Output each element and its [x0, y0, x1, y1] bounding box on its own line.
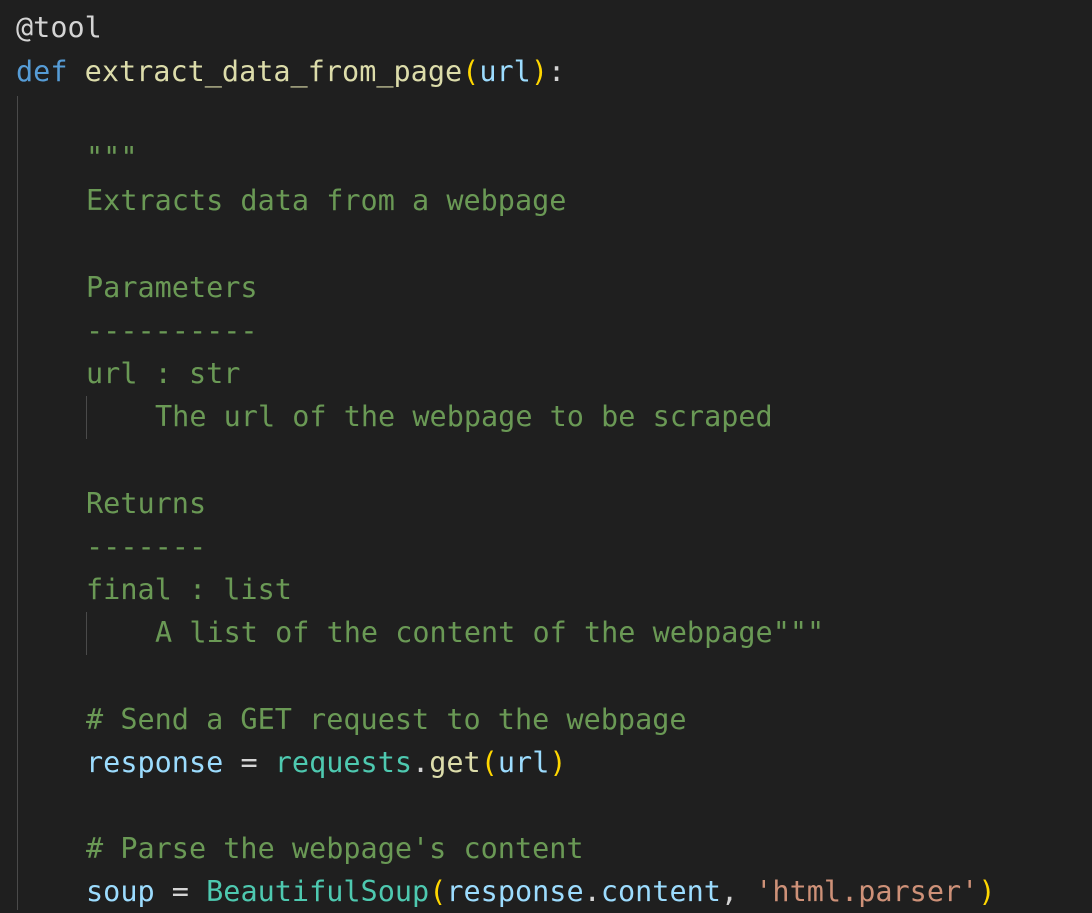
code-line-comment-get: # Send a GET request to the webpage: [86, 698, 687, 741]
docstring-param-sig: url : str: [86, 357, 241, 390]
assign-operator: =: [223, 746, 275, 779]
indent-guide-param-desc: [86, 396, 87, 439]
bs-arg-content: content: [600, 875, 721, 908]
docstring-return-sig: final : list: [86, 573, 292, 606]
requests-module: requests: [274, 746, 413, 779]
indent-guide-return-desc: [86, 612, 87, 655]
comment-parse: # Parse the webpage's content: [86, 832, 584, 865]
code-line-doc-params-header: Parameters: [86, 266, 258, 309]
docstring-returns-header: Returns: [86, 487, 207, 520]
get-close-paren: ): [549, 746, 567, 779]
bs-dot-operator: .: [583, 875, 601, 908]
docstring-params-header: Parameters: [86, 271, 258, 304]
code-line-response: response = requests.get(url): [86, 741, 567, 784]
docstring-open: """: [86, 141, 138, 174]
code-line-comment-parse: # Parse the webpage's content: [86, 827, 584, 870]
get-arg-url: url: [497, 746, 550, 779]
code-editor[interactable]: @tool def extract_data_from_page(url): "…: [0, 0, 1092, 910]
bs-close-paren: ): [978, 875, 996, 908]
def-colon: :: [547, 55, 566, 88]
bs-open-paren: (: [429, 875, 447, 908]
decorator-token: @tool: [16, 11, 102, 44]
comment-send-get: # Send a GET request to the webpage: [86, 703, 687, 736]
code-line-doc-params-rule: ----------: [86, 309, 258, 352]
function-name: extract_data_from_page: [84, 55, 463, 88]
parser-string: 'html.parser': [755, 875, 979, 908]
docstring-returns-rule: -------: [86, 530, 207, 563]
bs-arg-response: response: [446, 875, 584, 908]
bs-comma: ,: [720, 875, 756, 908]
code-line-doc-returns-rule: -------: [86, 525, 206, 568]
param-url: url: [479, 55, 531, 88]
response-variable: response: [86, 746, 224, 779]
close-paren: ): [530, 55, 548, 88]
code-line-doc-return-sig: final : list: [86, 568, 292, 611]
soup-variable: soup: [86, 875, 155, 908]
get-function: get: [429, 746, 481, 779]
code-line-decorator: @tool: [16, 6, 102, 49]
def-keyword: def: [16, 55, 68, 88]
get-open-paren: (: [480, 746, 498, 779]
docstring-param-desc: The url of the webpage to be scraped: [155, 400, 773, 433]
beautifulsoup-class: BeautifulSoup: [206, 875, 430, 908]
code-line-def: def extract_data_from_page(url):: [16, 50, 565, 93]
docstring-summary: Extracts data from a webpage: [86, 184, 567, 217]
docstring-params-rule: ----------: [86, 314, 258, 347]
soup-assign-operator: =: [154, 875, 207, 908]
code-line-soup: soup = BeautifulSoup(response.content, '…: [86, 870, 995, 913]
code-line-doc-param-sig: url : str: [86, 352, 240, 395]
code-line-doc-summary: Extracts data from a webpage: [86, 179, 566, 222]
open-paren: (: [462, 55, 480, 88]
docstring-return-desc: A list of the content of the webpage""": [155, 616, 825, 649]
code-line-doc-param-desc: The url of the webpage to be scraped: [155, 395, 773, 438]
code-line-doc-open: """: [86, 136, 137, 179]
dot-operator: .: [412, 746, 430, 779]
indent-guide-function-body: [17, 96, 18, 910]
code-line-doc-return-desc: A list of the content of the webpage""": [155, 611, 824, 654]
code-line-doc-returns-header: Returns: [86, 482, 206, 525]
